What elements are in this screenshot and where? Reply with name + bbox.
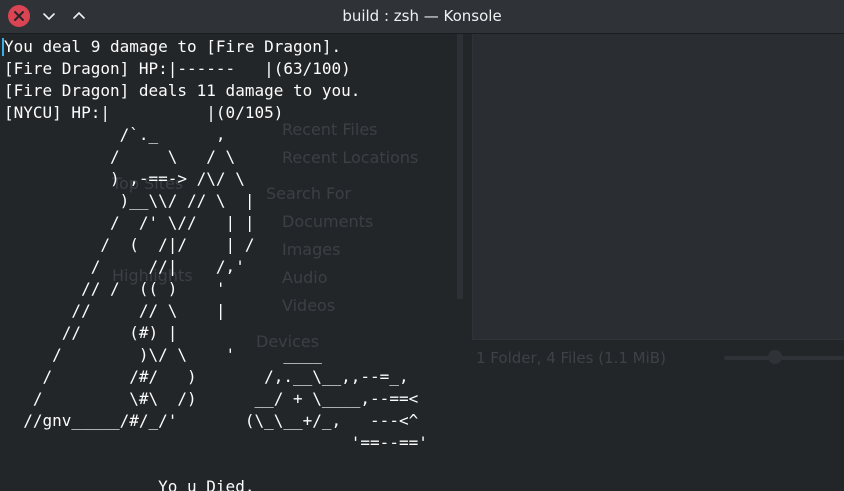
background-scrollbar — [457, 34, 463, 299]
background-zoom-slider — [724, 356, 844, 360]
ghost-status: 1 Folder, 4 Files (1.1 MiB) — [476, 349, 666, 367]
title-bar: build : zsh — Konsole — [0, 0, 844, 34]
terminal-area[interactable]: Recent Files Recent Locations Search For… — [0, 34, 844, 491]
background-zoom-knob — [768, 350, 782, 364]
window-title: build : zsh — Konsole — [342, 7, 502, 25]
terminal-output: You deal 9 damage to [Fire Dragon]. [Fir… — [4, 37, 428, 491]
background-file-view — [472, 34, 844, 340]
